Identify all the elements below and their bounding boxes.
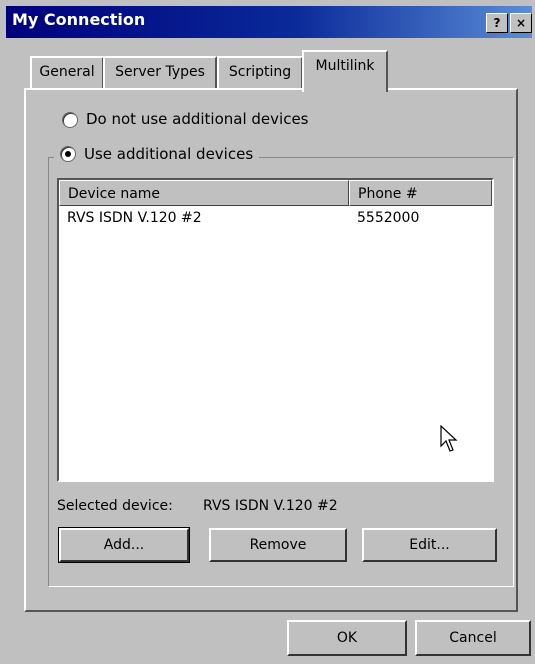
column-header-device[interactable]: Device name: [59, 180, 349, 206]
remove-button[interactable]: Remove: [209, 528, 347, 562]
use-devices-radio[interactable]: [60, 146, 76, 162]
tab-scripting[interactable]: Scripting: [217, 56, 303, 88]
dialog-window: My Connection ? × General Server Types S…: [0, 0, 535, 664]
selected-device-value: RVS ISDN V.120 #2: [203, 498, 338, 514]
cancel-button[interactable]: Cancel: [415, 620, 531, 656]
use-devices-option[interactable]: Use additional devices: [54, 145, 260, 163]
devices-listview[interactable]: Device name Phone # RVS ISDN V.120 #2 55…: [57, 178, 494, 482]
close-button[interactable]: ×: [510, 13, 532, 33]
row-phone-number[interactable]: 5552000: [357, 210, 419, 226]
column-header-phone[interactable]: Phone #: [349, 180, 492, 206]
tab-multilink[interactable]: Multilink: [302, 50, 388, 92]
tab-server-types[interactable]: Server Types: [103, 56, 217, 88]
tab-general[interactable]: General: [30, 56, 104, 88]
add-button[interactable]: Add...: [58, 527, 190, 563]
use-devices-label[interactable]: Use additional devices: [84, 145, 253, 163]
title-bar[interactable]: My Connection ? ×: [6, 6, 532, 38]
edit-button[interactable]: Edit...: [362, 528, 497, 562]
no-devices-label[interactable]: Do not use additional devices: [86, 110, 309, 128]
no-devices-radio[interactable]: [62, 112, 78, 128]
row-device-name[interactable]: RVS ISDN V.120 #2: [67, 210, 202, 226]
window-title: My Connection: [12, 10, 146, 29]
selected-device-label: Selected device:: [57, 498, 173, 514]
ok-button[interactable]: OK: [287, 620, 407, 656]
help-button[interactable]: ?: [486, 13, 508, 33]
mouse-cursor-icon: [440, 425, 458, 452]
